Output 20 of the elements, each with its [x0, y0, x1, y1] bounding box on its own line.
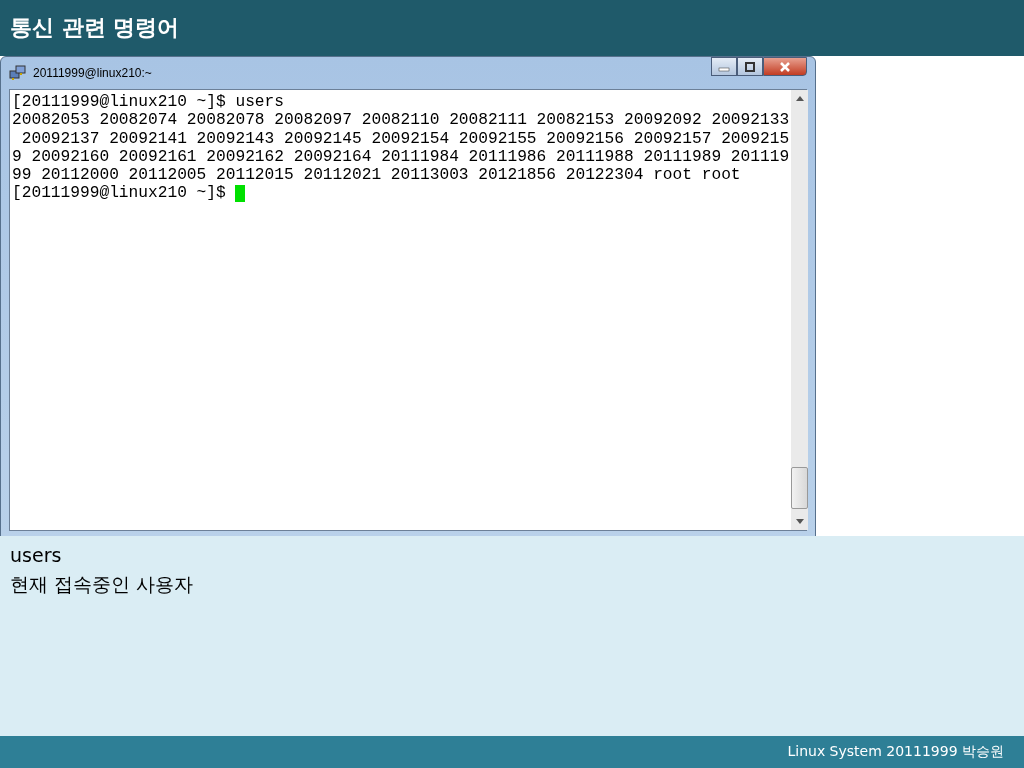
slide-title: 통신 관련 명령어 [10, 14, 180, 42]
scroll-up-icon [795, 96, 804, 101]
terminal-line: 99 20112000 20112005 20112015 20112021 20113003 20121856 20122304 root root [12, 166, 741, 185]
window-title: 20111999@linux210:~ [33, 66, 152, 80]
computer-icon [9, 65, 27, 81]
description-text: users [10, 544, 63, 566]
terminal-line: [20111999@linux210 ~]$ users [12, 93, 284, 112]
scroll-down-icon [795, 519, 804, 524]
description-text: 현재 접속중인 사용자 [10, 572, 195, 597]
scrollbar-thumb[interactable] [791, 467, 809, 509]
minimize-button[interactable] [711, 57, 737, 76]
close-button[interactable] [763, 57, 807, 76]
maximize-icon [744, 61, 756, 72]
terminal-line: [20111999@linux210 ~]$ [12, 184, 227, 203]
terminal-line: 20092137 20092141 20092143 20092145 20092154 20092155 20092156 20092157 2009215 [20, 129, 790, 148]
terminal-line: 9 20092160 20092161 20092162 20092164 20111984 20111986 20111988 20111989 201119 [12, 147, 790, 167]
close-icon [779, 61, 791, 72]
maximize-button[interactable] [737, 57, 763, 76]
footer-text: Linux System 20111999 박승원 [787, 743, 1004, 761]
terminal-line: 20082053 20082074 20082078 20082097 20082110 20082111 20082153 20092092 20092133 [12, 111, 790, 130]
